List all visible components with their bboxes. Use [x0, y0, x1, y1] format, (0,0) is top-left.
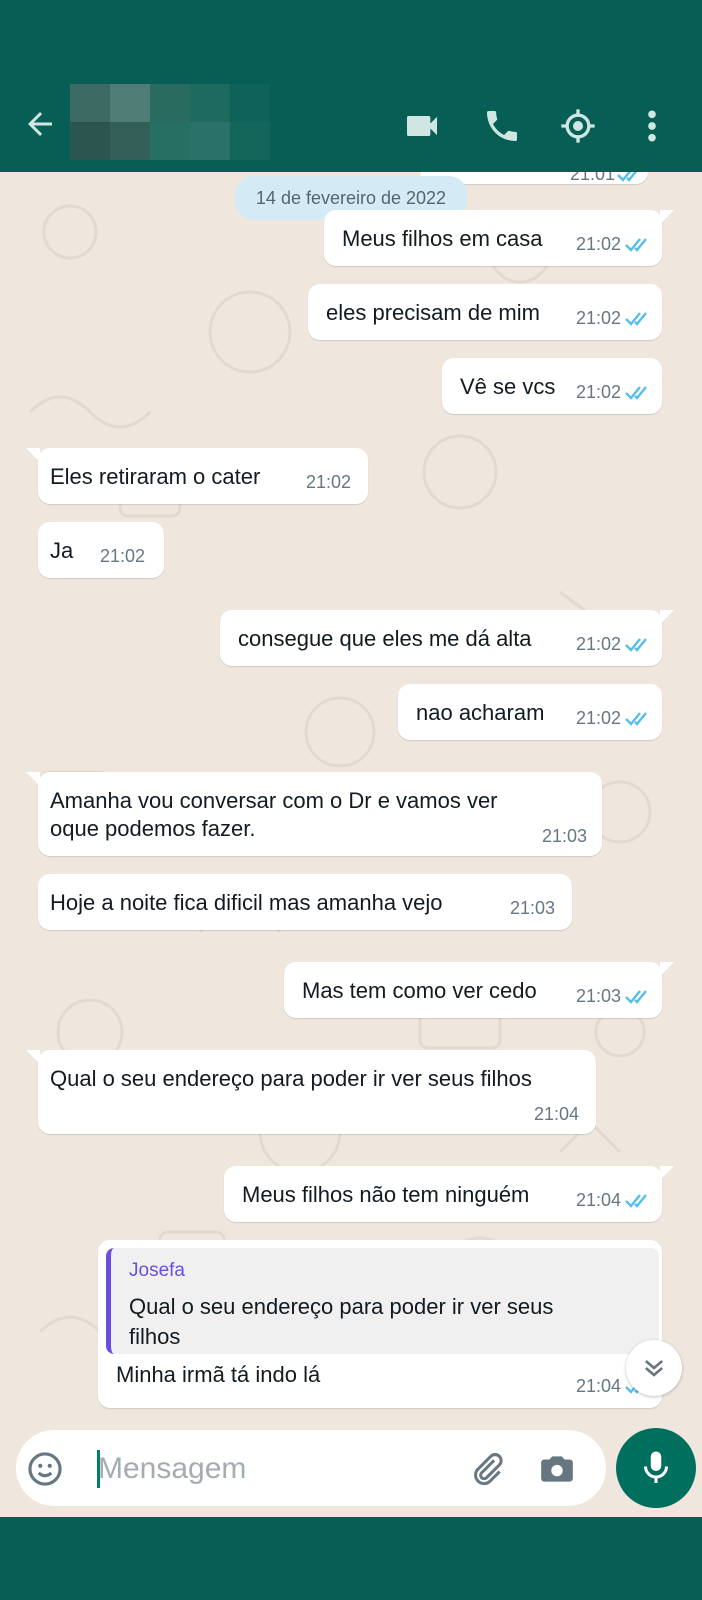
message-bubble-outgoing[interactable]: Vê se vcs 21:02	[442, 358, 662, 414]
message-text: Meus filhos não tem ninguém	[242, 1182, 530, 1207]
scroll-to-bottom-button[interactable]	[626, 1340, 682, 1396]
message-bubble-incoming[interactable]: Ja 21:02	[38, 522, 164, 578]
message-time: 21:02	[576, 382, 622, 402]
quoted-text-line1: Qual o seu endereço para poder ir ver se…	[129, 1294, 554, 1319]
message-bubble-outgoing[interactable]: Meus filhos não tem ninguém 21:04	[224, 1166, 674, 1222]
message-bubble-incoming[interactable]: Qual o seu endereço para poder ir ver se…	[26, 1050, 596, 1134]
read-ticks-icon	[625, 238, 647, 252]
chat-header	[0, 0, 702, 172]
voice-record-button[interactable]	[616, 1428, 696, 1508]
message-text-line2: oque podemos fazer.	[50, 816, 256, 841]
message-time: 21:03	[542, 826, 588, 846]
message-time: 21:02	[576, 234, 622, 254]
message-time: 21:02	[576, 708, 622, 728]
phone-icon[interactable]	[482, 106, 522, 146]
message-text-line1: Amanha vou conversar com o Dr e vamos ve…	[50, 788, 498, 813]
message-bubble-incoming[interactable]: Hoje a noite fica dificil mas amanha vej…	[38, 874, 572, 930]
message-text: Ja	[50, 538, 74, 563]
location-target-icon[interactable]	[558, 106, 598, 146]
message-time: 21:03	[510, 898, 556, 918]
camera-icon[interactable]	[538, 1450, 576, 1488]
arrow-left-icon[interactable]	[22, 106, 58, 142]
read-ticks-icon	[625, 712, 647, 726]
message-text: Minha irmã tá indo lá	[116, 1362, 321, 1387]
quoted-text-line2: filhos	[129, 1324, 181, 1349]
message-text: Hoje a noite fica dificil mas amanha vej…	[50, 890, 443, 915]
message-text: Eles retiraram o cater	[50, 464, 261, 489]
read-ticks-icon	[625, 990, 647, 1004]
message-bubble-outgoing[interactable]: nao acharam 21:02	[398, 684, 662, 740]
message-bubble-outgoing[interactable]: eles precisam de mim 21:02	[308, 284, 662, 340]
message-bubble-outgoing[interactable]: Mas tem como ver cedo 21:03	[284, 962, 674, 1018]
message-time: 21:02	[576, 308, 622, 328]
read-ticks-icon	[625, 386, 647, 400]
message-time: 21:03	[576, 986, 622, 1006]
read-ticks-icon	[625, 638, 647, 652]
message-bubble-outgoing[interactable]: consegue que eles me dá alta 21:02	[220, 610, 674, 666]
message-input-bar	[0, 1420, 702, 1517]
message-bubble-outgoing[interactable]: Meus filhos em casa 21:02	[324, 210, 674, 266]
message-text: Vê se vcs	[460, 374, 556, 399]
message-composer[interactable]	[16, 1430, 606, 1506]
message-text: eles precisam de mim	[326, 300, 540, 325]
message-text: consegue que eles me dá alta	[238, 626, 532, 651]
contact-name-blurred[interactable]	[70, 84, 270, 160]
emoji-icon[interactable]	[26, 1450, 64, 1488]
message-time: 21:04	[576, 1376, 622, 1396]
read-ticks-icon	[625, 312, 647, 326]
message-text: nao acharam	[416, 700, 545, 725]
video-call-icon[interactable]	[402, 106, 442, 146]
message-bubble-outgoing-reply[interactable]: Josefa Qual o seu endereço para poder ir…	[98, 1240, 662, 1408]
quoted-sender-name: Josefa	[129, 1260, 185, 1281]
quoted-message[interactable]: Josefa Qual o seu endereço para poder ir…	[106, 1248, 659, 1354]
message-time: 21:04	[576, 1190, 622, 1210]
message-bubble-incoming[interactable]: Eles retiraram o cater 21:02	[26, 448, 368, 504]
double-chevron-down-icon	[644, 1360, 664, 1377]
message-input[interactable]	[98, 1450, 388, 1488]
message-time: 21:01	[570, 172, 616, 184]
message-text: Meus filhos em casa	[342, 226, 543, 251]
message-time: 21:02	[306, 472, 352, 492]
message-time: 21:02	[576, 634, 622, 654]
microphone-icon	[644, 1451, 668, 1483]
read-ticks-icon	[617, 172, 638, 182]
paperclip-icon[interactable]	[468, 1450, 506, 1488]
message-text: Mas tem como ver cedo	[302, 978, 537, 1003]
message-time: 21:02	[100, 546, 146, 566]
message-time: 21:04	[534, 1104, 580, 1124]
chat-area[interactable]: 21:01 14 de fevereiro de 2022 Meus filho…	[0, 172, 702, 1420]
quoted-text: Qual o seu endereço para poder ir ver se…	[129, 1292, 629, 1352]
system-nav-bar	[0, 1517, 702, 1600]
read-ticks-icon	[625, 1194, 647, 1208]
more-vert-icon[interactable]	[644, 106, 660, 146]
message-text: Qual o seu endereço para poder ir ver se…	[50, 1066, 532, 1091]
message-bubble-incoming[interactable]: Amanha vou conversar com o Dr e vamos ve…	[26, 772, 602, 856]
